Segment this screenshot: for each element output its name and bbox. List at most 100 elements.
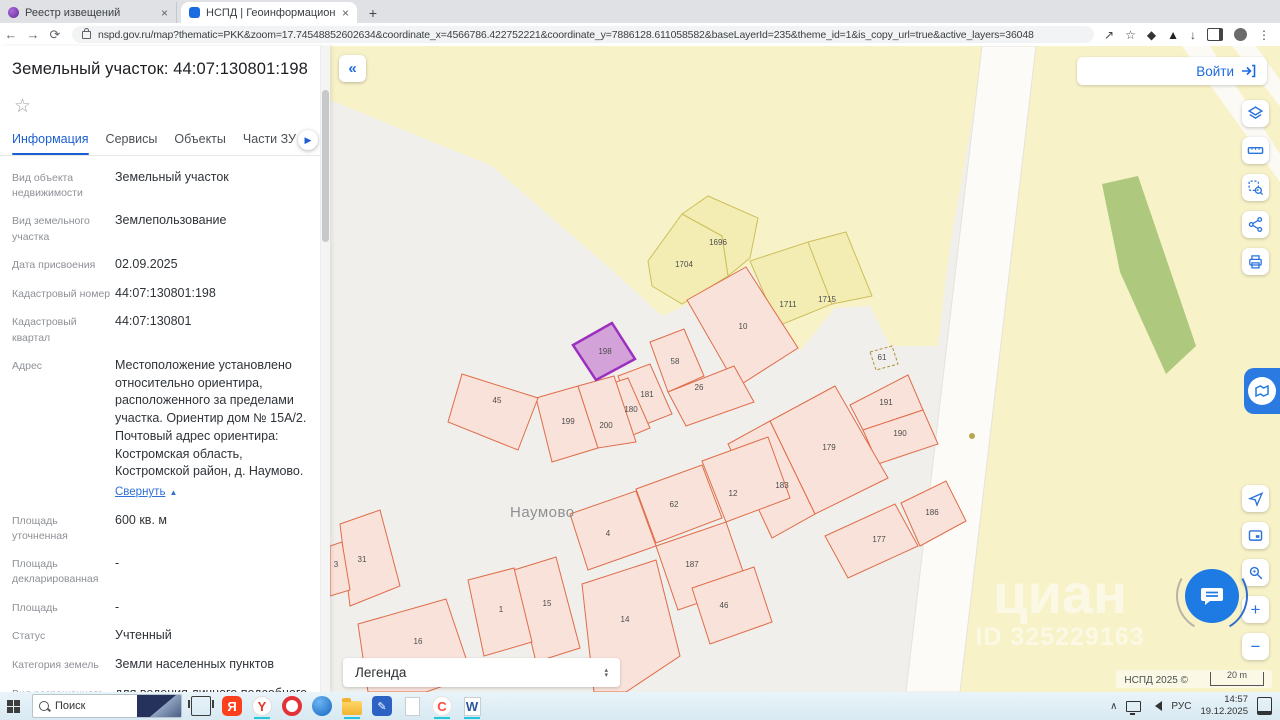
address-bar[interactable]: nspd.gov.ru/map?thematic=PKK&zoom=17.745… [72, 26, 1095, 43]
panel-tab-информация[interactable]: Информация [12, 132, 89, 155]
shield-icon [312, 696, 332, 716]
clock[interactable]: 14:57 19.12.2025 [1200, 694, 1248, 718]
field-label: Кадастровый номер [12, 287, 111, 300]
forward-icon[interactable]: → [22, 27, 44, 42]
area-search-icon[interactable] [1242, 174, 1269, 201]
field-value: Местоположение установлено относительно … [112, 357, 312, 501]
parcel-number-label: 15 [543, 599, 552, 608]
tabs-scroll-right-button[interactable]: ▶ [298, 130, 318, 150]
login-label: Войти [1196, 63, 1234, 79]
tab-favicon [189, 7, 200, 18]
browser-action-icons: ↗ ☆ ◆ ▲ ↓ ⋮ [1104, 28, 1280, 42]
system-tray: ∧ РУС 14:57 19.12.2025 [1110, 694, 1280, 718]
panel-tab-части зу[interactable]: Части ЗУ [243, 132, 296, 155]
share-page-icon[interactable]: ↗ [1104, 28, 1114, 42]
panel-tab-объекты[interactable]: Объекты [174, 132, 226, 155]
hidden-icons-chevron[interactable]: ∧ [1110, 701, 1117, 712]
taskbar-app-doc[interactable] [400, 693, 424, 719]
windows-logo-icon [6, 699, 20, 713]
menu-dots-icon[interactable]: ⋮ [1258, 28, 1270, 42]
taskbar-app-ybrowser[interactable]: Y [250, 693, 274, 719]
sidebar-icon[interactable] [1207, 28, 1223, 41]
panel-tab-сервисы[interactable]: Сервисы [106, 132, 158, 155]
field-value: Учтенный [115, 628, 172, 643]
tab-close-icon[interactable]: × [342, 6, 349, 20]
volume-icon[interactable] [1150, 701, 1163, 711]
running-indicator [464, 716, 480, 719]
field-value: Земельный участок [115, 170, 229, 184]
legend-label: Легенда [355, 665, 407, 680]
notification-center-icon[interactable] [1257, 697, 1272, 715]
parcel-info-panel: Земельный участок: 44:07:130801:198 ☆ Ин… [0, 46, 330, 718]
print-icon[interactable] [1242, 248, 1269, 275]
bookmark-star-icon[interactable]: ☆ [1125, 28, 1136, 42]
taskbar-app-cian[interactable]: C [430, 693, 454, 719]
parcel-number-label: 61 [878, 353, 887, 362]
new-tab-button[interactable]: + [363, 3, 383, 23]
map-toolbar-side: + − [1242, 485, 1269, 660]
panel-scrollbar[interactable] [320, 46, 330, 692]
taskbar-app-folder[interactable] [340, 693, 364, 719]
collapse-address-link[interactable]: Свернуть ▲ [115, 484, 177, 500]
overview-icon[interactable] [1242, 522, 1269, 549]
refresh-icon[interactable]: ⟳ [44, 27, 66, 43]
parcel-number-label: 1704 [675, 260, 693, 269]
ruler-icon[interactable] [1242, 137, 1269, 164]
taskbar-app-editor[interactable]: ✎ [370, 693, 394, 719]
parcel-number-label: 46 [720, 601, 729, 610]
field-row: Кадастровый квартал 44:07:130801 [12, 313, 312, 345]
download-icon[interactable]: ↓ [1190, 28, 1196, 42]
cian-icon: C [432, 696, 452, 716]
parcel-number-label: 198 [598, 347, 612, 356]
map-flyout-tab[interactable] [1244, 368, 1280, 414]
tab-close-icon[interactable]: × [161, 6, 168, 20]
legend-toggle-icon[interactable]: ▴ ▾ [604, 667, 608, 679]
favorite-star-icon[interactable]: ☆ [14, 95, 312, 118]
chat-button[interactable] [1185, 569, 1239, 623]
layers-icon[interactable] [1242, 100, 1269, 127]
field-label: Статус [12, 630, 46, 643]
network-icon[interactable] [1126, 700, 1142, 715]
task-view-icon[interactable] [188, 696, 214, 716]
parcel-number-label: 10 [739, 322, 748, 331]
lock-icon [82, 27, 91, 39]
taskbar-app-yandex[interactable]: Я [220, 693, 244, 719]
locate-icon[interactable] [1242, 485, 1269, 512]
parcel-number-label: 1715 [818, 295, 836, 304]
share-icon[interactable] [1242, 211, 1269, 238]
search-icon [39, 701, 49, 711]
scrollbar-thumb[interactable] [322, 90, 329, 242]
ybrowser-icon: Y [252, 696, 272, 716]
language-indicator[interactable]: РУС [1171, 701, 1191, 712]
parcel-number-label: 1 [499, 605, 504, 614]
cadastral-map[interactable]: 1696 1704 1711 1715 10 58 26 181 180 199 200 45 61 19… [330, 46, 1280, 692]
field-value: 02.09.2025 [115, 256, 178, 271]
taskbar-app-shield[interactable] [310, 693, 334, 719]
taskbar-apps: Я Y ✎ C W [220, 693, 484, 719]
field-row: Вид земельного участка Землепользование [12, 212, 312, 244]
extension2-icon[interactable]: ▲ [1167, 28, 1179, 42]
taskbar-app-word[interactable]: W [460, 693, 484, 719]
browser-tab[interactable]: Реестр извещений × [0, 2, 177, 23]
parcel-number-label: 16 [414, 637, 423, 646]
news-widget-thumbnail[interactable] [137, 695, 181, 717]
parcel-number-label: 58 [671, 357, 680, 366]
start-button[interactable] [0, 692, 26, 720]
yandex-icon: Я [222, 696, 242, 716]
panel-collapse-button[interactable]: « [339, 55, 366, 82]
legend-bar[interactable]: Легенда ▴ ▾ [343, 658, 620, 687]
field-label: Площадь уточненная [12, 514, 68, 543]
tab-title: Реестр извещений [25, 6, 121, 19]
login-button[interactable]: Войти [1077, 57, 1267, 85]
field-row: Статус Учтенный [12, 627, 312, 645]
profile-avatar[interactable] [1234, 28, 1247, 41]
taskbar-search[interactable]: Поиск [32, 694, 182, 718]
parcel-number-label: 14 [621, 615, 630, 624]
extension-icon[interactable]: ◆ [1147, 28, 1156, 42]
object-search-icon[interactable] [1242, 559, 1269, 586]
taskbar-app-opera[interactable] [280, 693, 304, 719]
zoom-out-button[interactable]: − [1242, 633, 1269, 660]
browser-tab[interactable]: НСПД | Геоинформационный п × [181, 2, 357, 23]
back-icon[interactable]: ← [0, 27, 22, 42]
screen: Реестр извещений×НСПД | Геоинформационны… [0, 0, 1280, 720]
